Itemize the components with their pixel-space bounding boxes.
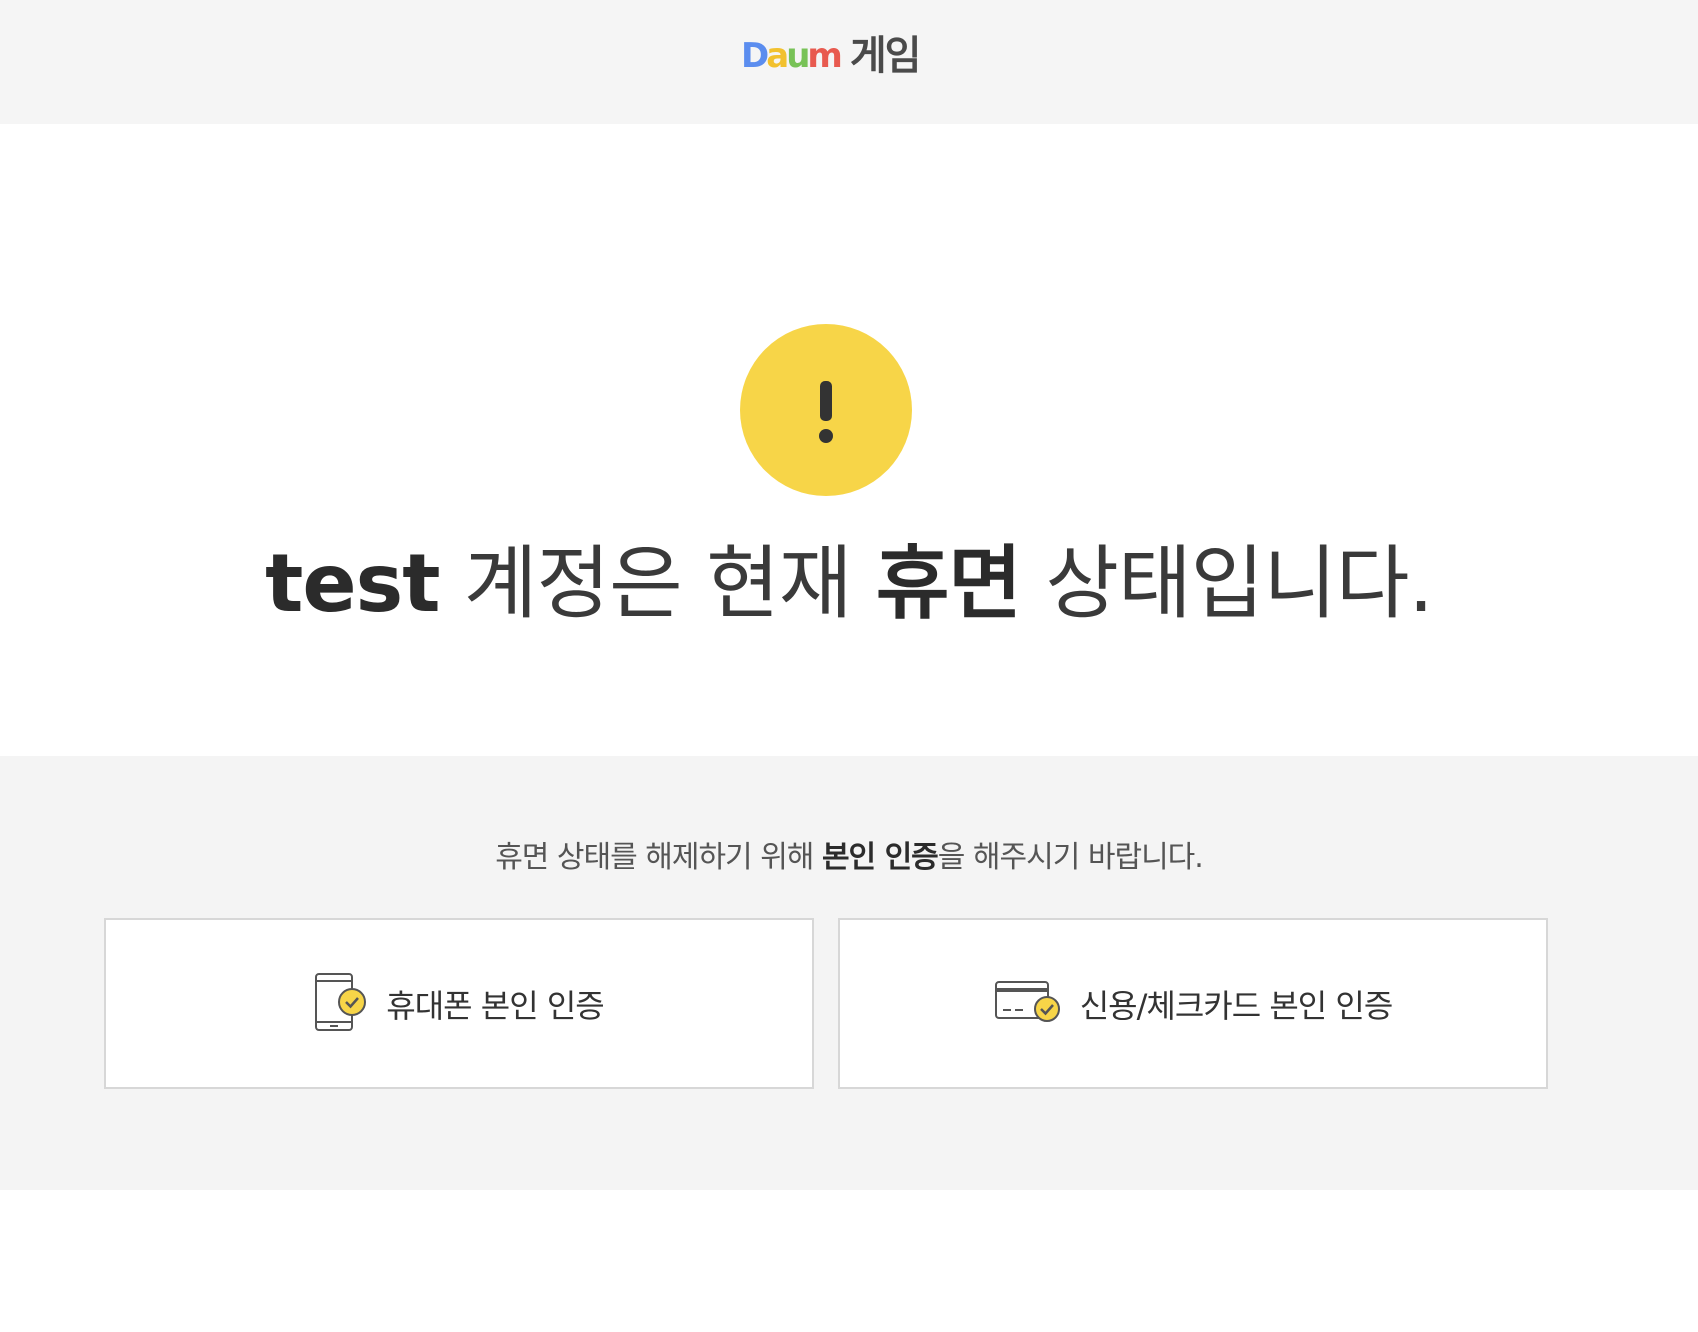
logo-letter-d: D	[741, 36, 769, 76]
verification-instruction: 휴면 상태를 해제하기 위해 본인 인증을 해주시기 바랍니다.	[0, 832, 1698, 876]
card-verification-button[interactable]: 신용/체크카드 본인 인증	[838, 918, 1548, 1089]
dormant-status: 휴면	[875, 537, 1022, 630]
instruction-emphasis: 본인 인증	[821, 840, 939, 875]
daum-game-logo[interactable]: D a u m 게임	[741, 33, 922, 79]
headline-text-1: 계정은 현재	[439, 537, 876, 630]
instruction-prefix: 휴면 상태를 해제하기 위해	[495, 840, 822, 875]
logo-service-text: 게임	[849, 33, 922, 79]
phone-verification-label: 휴대폰 본인 인증	[386, 986, 604, 1025]
instruction-suffix: 을 해주시기 바랍니다.	[937, 840, 1204, 875]
dormant-notice: test 계정은 현재 휴면 상태입니다.	[0, 124, 1698, 756]
page-title: test 계정은 현재 휴면 상태입니다.	[0, 544, 1698, 624]
card-check-icon	[994, 980, 1062, 1028]
headline-text-2: 상태입니다.	[1021, 537, 1433, 630]
account-id: test	[265, 537, 440, 630]
phone-verification-button[interactable]: 휴대폰 본인 인증	[104, 918, 814, 1089]
daum-logo-mark: D a u m	[741, 36, 843, 76]
phone-check-icon	[314, 972, 368, 1036]
logo-letter-a: a	[766, 36, 789, 76]
card-verification-label: 신용/체크카드 본인 인증	[1079, 986, 1394, 1025]
logo-letter-u: u	[786, 36, 810, 76]
site-header: D a u m 게임	[0, 0, 1698, 124]
page-footer-space	[0, 1190, 1698, 1332]
logo-letter-m: m	[807, 36, 842, 76]
verification-section: 휴면 상태를 해제하기 위해 본인 인증을 해주시기 바랍니다. 휴대폰 본인 …	[0, 756, 1698, 1190]
exclamation-icon	[740, 324, 912, 496]
